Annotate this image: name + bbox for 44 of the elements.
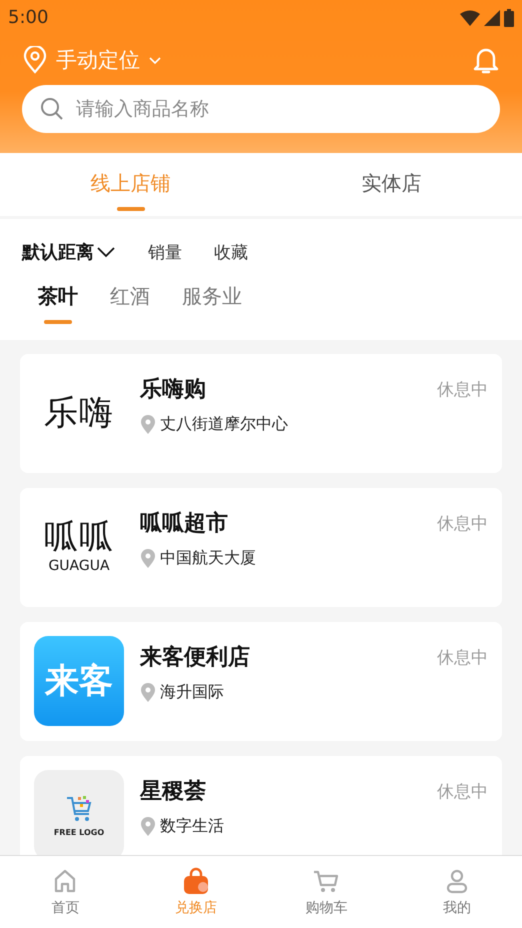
store-tab[interactable]: 实体店: [261, 153, 522, 216]
store-logo-subtext: GUAGUA: [48, 558, 110, 574]
store-card[interactable]: FREE LOGO 星稷荟 数字生活 休息中: [20, 756, 502, 855]
store-status: 休息中: [437, 379, 488, 402]
store-logo: FREE LOGO: [34, 770, 124, 855]
category-tab[interactable]: 茶叶: [38, 283, 78, 324]
store-card[interactable]: 呱呱 GUAGUA 呱呱超市 中国航天大厦 休息中: [20, 488, 502, 607]
store-address: 数字生活: [160, 816, 224, 837]
store-status: 休息中: [437, 781, 488, 804]
store-card[interactable]: 乐嗨 乐嗨购 丈八街道摩尔中心 休息中: [20, 354, 502, 473]
store-logo-text: 呱呱: [44, 520, 114, 554]
store-name: 呱呱超市: [140, 510, 229, 538]
store-address: 中国航天大厦: [160, 548, 256, 569]
store-logo: 来客: [34, 636, 124, 726]
location-pin-icon: [140, 548, 156, 568]
store-status: 休息中: [437, 513, 488, 536]
category-tab[interactable]: 红酒: [110, 283, 150, 324]
store-name: 星稷荟: [140, 778, 207, 806]
sort-option[interactable]: 收藏: [214, 240, 248, 264]
store-name: 来客便利店: [140, 644, 251, 672]
location-pin-icon: [22, 46, 48, 74]
shopping-bag-icon: [182, 867, 210, 895]
nav-tab[interactable]: 首页: [0, 856, 130, 928]
nav-tab[interactable]: 我的: [392, 856, 522, 928]
signal-icon: [484, 10, 500, 26]
search-field[interactable]: 请输入商品名称: [22, 85, 500, 133]
chevron-down-icon[interactable]: [148, 55, 162, 65]
store-status: 休息中: [437, 647, 488, 670]
category-tab[interactable]: 服务业: [182, 283, 242, 324]
nav-tab[interactable]: 购物车: [261, 856, 392, 928]
store-card[interactable]: 来客 来客便利店 海升国际 休息中: [20, 622, 502, 741]
location-pin-icon: [140, 816, 156, 836]
store-name: 乐嗨购: [140, 376, 207, 404]
store-address: 海升国际: [160, 682, 224, 703]
chevron-down-icon: [96, 245, 116, 259]
store-address: 丈八街道摩尔中心: [160, 414, 288, 435]
sort-option[interactable]: 销量: [148, 240, 182, 264]
sort-option[interactable]: 默认距离: [22, 240, 116, 264]
location-pin-icon: [140, 414, 156, 434]
store-logo-text: 乐嗨: [44, 396, 114, 430]
battery-icon: [504, 8, 514, 26]
location-pin-icon: [140, 682, 156, 702]
status-time: 5:00: [8, 7, 48, 28]
wifi-icon: [460, 10, 480, 26]
